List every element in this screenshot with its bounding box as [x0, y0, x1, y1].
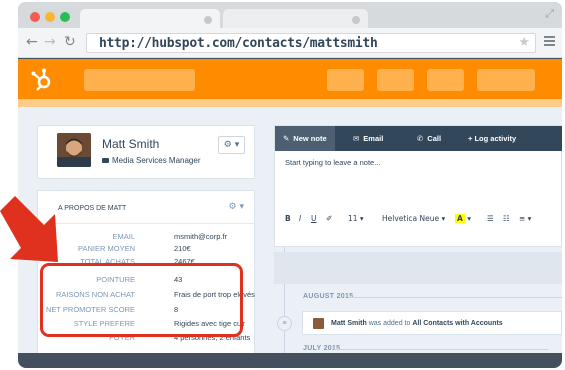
- note-icon: ≡: [277, 316, 292, 331]
- nav-menu-placeholder[interactable]: [477, 69, 535, 91]
- numbered-list-icon[interactable]: ☷: [503, 213, 510, 225]
- briefcase-icon: [102, 158, 109, 163]
- address-bar[interactable]: http://hubspot.com/contacts/mattsmith ★: [86, 33, 536, 53]
- bookmark-star-icon[interactable]: ★: [518, 35, 530, 50]
- tab-label: Email: [363, 134, 384, 143]
- tab-label: Call: [427, 134, 442, 143]
- highlight-box: [40, 263, 243, 337]
- reload-icon[interactable]: ↻: [64, 34, 76, 50]
- browser-tab-active[interactable]: [80, 9, 220, 28]
- hubspot-nav-bar: [18, 59, 562, 99]
- contact-name: Matt Smith: [102, 137, 160, 151]
- browser-tab-bar: ⤢: [18, 2, 562, 28]
- close-window-button[interactable]: [30, 12, 40, 22]
- url-text[interactable]: http://hubspot.com/contacts/mattsmith: [99, 36, 378, 51]
- tab-call[interactable]: ✆ Call: [417, 126, 441, 151]
- note-input[interactable]: Start typing to leave a note...: [285, 158, 380, 167]
- browser-tab[interactable]: [223, 9, 368, 28]
- composer-tabs: ✎ New note ✉ Email ✆ Call + Log activity: [275, 126, 562, 151]
- nav-menu-placeholder[interactable]: [427, 69, 464, 91]
- tab-email[interactable]: ✉ Email: [353, 126, 383, 151]
- avatar: [313, 318, 324, 329]
- composer-footer: [274, 252, 562, 284]
- font-family-value: Helvetica Neue: [382, 214, 440, 223]
- underline-icon[interactable]: U: [311, 213, 317, 225]
- envelope-icon: ✉: [353, 134, 360, 143]
- divider: [348, 297, 562, 298]
- tab-close-icon[interactable]: [204, 16, 212, 24]
- about-title: A PROPOS DE MATT: [58, 205, 127, 212]
- property-label: PANIER MOYEN: [78, 244, 135, 253]
- profile-settings-button[interactable]: ⚙ ▾: [218, 136, 245, 154]
- property-label: EMAIL: [112, 232, 135, 241]
- event-list[interactable]: All Contacts with Accounts: [412, 320, 502, 327]
- font-family-select[interactable]: Helvetica Neue ▾: [382, 213, 445, 225]
- event-contact[interactable]: Matt Smith: [331, 320, 367, 327]
- align-icon[interactable]: ≡ ▾: [519, 213, 531, 225]
- bold-icon[interactable]: B: [285, 213, 291, 225]
- tab-close-icon[interactable]: [352, 16, 360, 24]
- event-action: was added to: [368, 320, 411, 327]
- activity-composer: ✎ New note ✉ Email ✆ Call + Log activity St…: [274, 125, 562, 247]
- annotation-arrow-icon: [0, 196, 58, 262]
- timeline-month: AUGUST 2015: [303, 293, 354, 300]
- nav-menu-placeholder[interactable]: [377, 69, 414, 91]
- arrow-right-icon[interactable]: →: [44, 34, 56, 50]
- tab-log-activity[interactable]: + Log activity: [468, 126, 516, 151]
- tab-label: + Log activity: [468, 134, 517, 143]
- highlight-color-icon[interactable]: A ▾: [455, 213, 471, 225]
- hamburger-menu-icon[interactable]: [544, 36, 555, 48]
- strikethrough-icon[interactable]: ✐: [326, 213, 332, 225]
- about-settings-icon[interactable]: ⚙ ▾: [229, 202, 244, 212]
- property-value[interactable]: msmith@corp.fr: [174, 232, 227, 241]
- nav-menu-placeholder[interactable]: [84, 69, 195, 91]
- font-size-value: 11: [348, 214, 358, 223]
- maximize-window-button[interactable]: [60, 12, 70, 22]
- avatar: [57, 133, 91, 167]
- timeline-event[interactable]: Matt Smith was added to All Contacts wit…: [302, 311, 562, 335]
- italic-icon[interactable]: I: [299, 213, 301, 225]
- nav-bar-accent: [18, 99, 562, 107]
- arrow-left-icon[interactable]: ←: [26, 34, 38, 50]
- fullscreen-icon[interactable]: ⤢: [545, 8, 554, 21]
- job-title-text: Media Services Manager: [112, 156, 201, 165]
- contact-profile-card: Matt Smith Media Services Manager ⚙ ▾: [37, 125, 255, 179]
- phone-icon: ✆: [417, 134, 424, 143]
- hubspot-logo-icon[interactable]: [30, 67, 54, 91]
- property-value[interactable]: 210€: [174, 244, 191, 253]
- tab-new-note[interactable]: ✎ New note: [275, 126, 335, 151]
- divider: [38, 223, 254, 224]
- pencil-icon: ✎: [283, 134, 290, 143]
- minimize-window-button[interactable]: [45, 12, 55, 22]
- font-size-select[interactable]: 11 ▾: [348, 213, 364, 225]
- contact-job-title: Media Services Manager: [102, 156, 200, 165]
- bullet-list-icon[interactable]: ☰: [487, 213, 494, 225]
- browser-toolbar: ← → ↻ http://hubspot.com/contacts/mattsm…: [18, 28, 562, 58]
- divider: [334, 349, 548, 350]
- event-text: Matt Smith was added to All Contacts wit…: [331, 320, 503, 327]
- tab-label: New note: [293, 134, 327, 143]
- nav-menu-placeholder[interactable]: [327, 69, 364, 91]
